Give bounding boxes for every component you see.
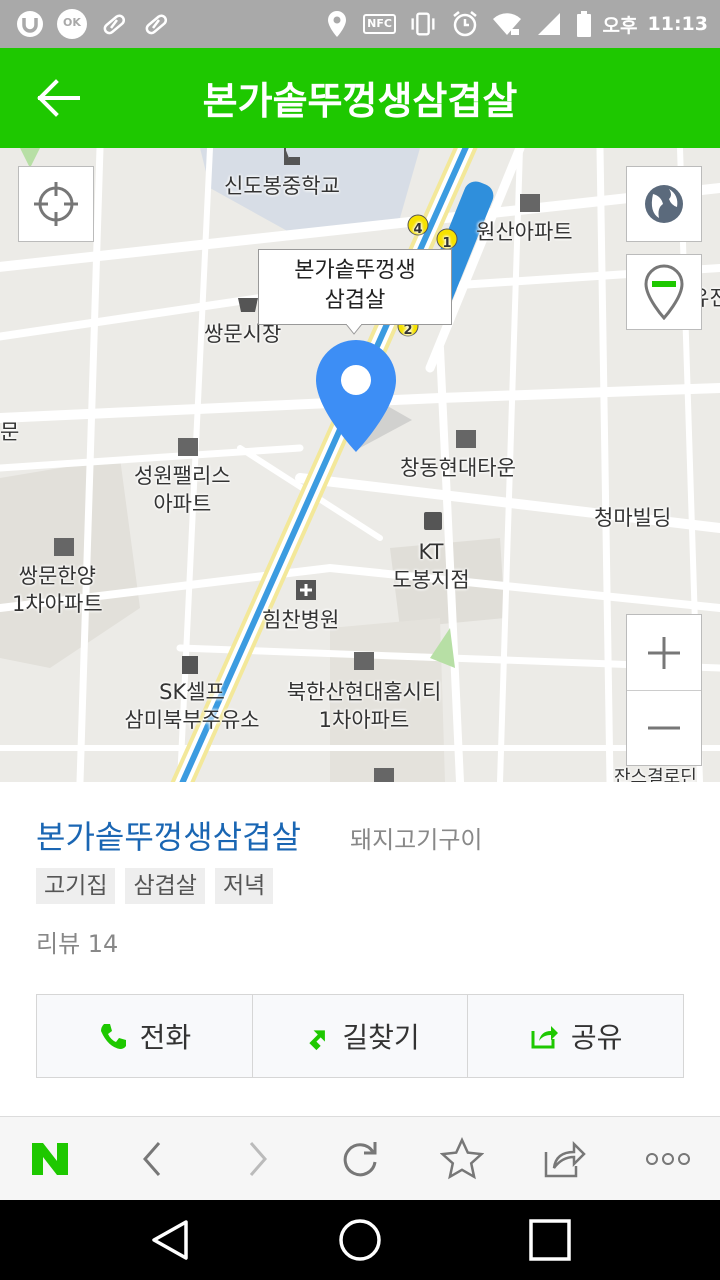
recents-square-icon[interactable] [526,1216,574,1264]
status-ampm: 오후 [602,14,638,37]
alarm-icon [449,8,481,40]
arrow-left-icon[interactable] [30,74,86,122]
refresh-icon[interactable] [336,1135,384,1183]
pill-icon [140,8,172,40]
callout-tail [346,324,362,335]
directions-icon [309,1030,326,1051]
back-triangle-icon[interactable] [146,1216,194,1264]
nfc-icon: NFC [363,8,397,40]
system-nav-bar [0,1200,720,1280]
place-info-panel: 본가솥뚜껑생삼겹살 돼지고기구이 고기집 삼겹살 저녁 리뷰 14 전화 길찾기… [0,782,720,1116]
tag-list: 고기집 삼겹살 저녁 [36,868,274,904]
place-callout[interactable]: 본가솥뚜껑생 삼겹살 [258,249,452,325]
map-label-himchan: 힘찬병원 [262,608,340,632]
vibrate-icon [407,8,439,40]
map-view[interactable]: 4 1 2 신도봉중학교 원산아파트 쌍문시장 성원팰리스 아파트 창동현대타운 … [0,148,720,782]
map-label-sk: SK셀프 삼미북부주유소 [124,680,260,732]
subway-exit-4: 4 [413,222,423,237]
map-label-changdong: 창동현대타운 [400,456,516,480]
map-label-kt: KT 도봉지점 [392,540,470,592]
map-label-cheongma: 청마빌딩 [594,506,672,530]
map-label-seongwon: 성원팰리스 아파트 [134,464,231,516]
location-icon [321,8,353,40]
share-button[interactable]: 공유 [467,995,683,1077]
map-label-bukhan: 북한산현대홈시티 1차아파트 [286,680,442,732]
callout-line-2: 삼겹살 [324,288,386,313]
minus-icon[interactable] [627,690,701,765]
crosshair-icon[interactable] [18,166,94,242]
phone-icon [100,1024,126,1049]
ok-cashbag-icon: OK [56,8,88,40]
map-label-edge-left: 문 [0,420,20,444]
page-title: 본가솥뚜껑생삼겹살 [202,79,518,123]
back-chevron-icon[interactable] [128,1135,176,1183]
nfc-text: NFC [363,14,396,34]
call-button[interactable]: 전화 [37,995,252,1077]
map-label-ssangmun: 쌍문한양 1차아파트 [12,564,103,616]
forward-chevron-icon[interactable] [234,1135,282,1183]
map-label-school: 신도봉중학교 [224,174,340,198]
star-icon[interactable] [438,1135,486,1183]
call-label: 전화 [139,1021,192,1054]
action-bar: 전화 길찾기 공유 [36,994,684,1078]
location-pin-icon[interactable] [314,340,414,452]
app-header: 본가솥뚜껑생삼겹살 [0,48,720,148]
browser-toolbar [0,1116,720,1200]
pill-icon [98,8,130,40]
tag[interactable]: 삼겹살 [125,868,205,904]
directions-label: 길찾기 [342,1021,420,1054]
callout-line-1: 본가솥뚜껑생 [294,258,416,283]
pin-layer-icon[interactable] [626,254,702,330]
wifi-icon [491,8,523,40]
directions-button[interactable]: 길찾기 [251,995,468,1077]
globe-icon[interactable] [626,166,702,242]
share-icon [531,1026,558,1049]
share-out-icon[interactable] [540,1135,588,1183]
home-circle-icon[interactable] [336,1216,384,1264]
review-count[interactable]: 리뷰 14 [36,924,118,959]
tag[interactable]: 저녁 [214,868,274,904]
naver-n-icon[interactable] [26,1135,74,1183]
u-plus-icon [14,8,46,40]
tag[interactable]: 고기집 [36,868,116,904]
place-name[interactable]: 본가솥뚜껑생삼겹살 [36,812,301,858]
map-label-edge-bottom: 잔스결로딘 [614,767,697,782]
battery-icon [575,8,593,40]
plus-icon[interactable] [627,615,701,690]
ok-badge-text: OK [63,16,81,29]
place-category: 돼지고기구이 [350,826,483,854]
map-label-wonsan: 원산아파트 [476,220,573,244]
status-time: 11:13 [647,13,708,35]
share-label: 공유 [570,1021,623,1054]
zoom-control [626,614,702,766]
status-bar: OK NFC 오후 11:13 [0,0,720,48]
more-dots-icon[interactable] [644,1135,692,1183]
signal-icon [533,8,565,40]
